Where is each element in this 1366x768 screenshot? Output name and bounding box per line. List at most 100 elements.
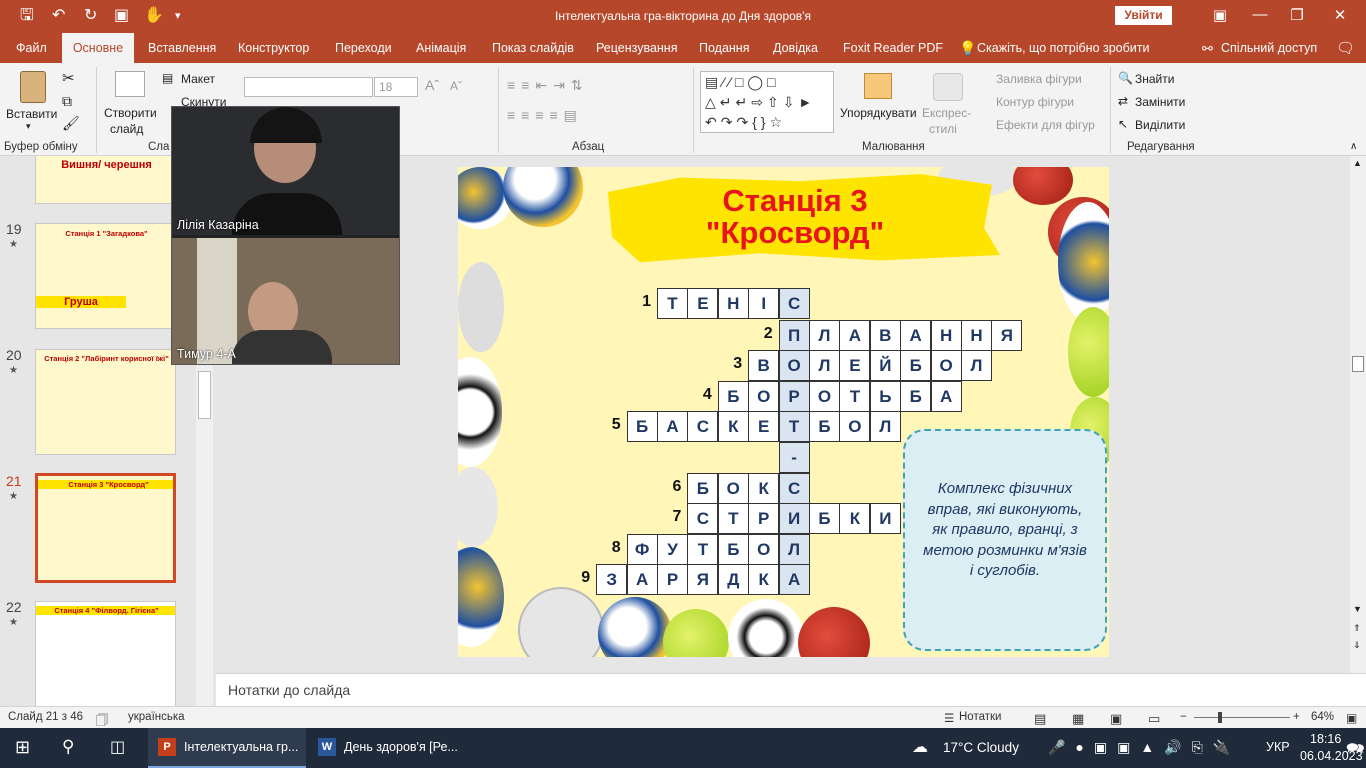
- slide-sorter-icon[interactable]: ▦: [1072, 711, 1084, 727]
- crossword-cell: Б: [717, 534, 749, 565]
- crossword-cell: Е: [839, 350, 871, 381]
- tab-transitions[interactable]: Переходи: [333, 33, 394, 63]
- collapse-ribbon-icon[interactable]: ∧: [1350, 141, 1357, 152]
- maximize-button[interactable]: ❐: [1287, 6, 1307, 24]
- tray-icons[interactable]: 🎤●▣▣▲🔊⎘🔌: [1048, 739, 1240, 756]
- font-name-box[interactable]: [244, 77, 373, 97]
- tell-me-search[interactable]: Скажіть, що потрібно зробити: [975, 33, 1152, 63]
- crossword-cell: С: [778, 288, 810, 319]
- shrink-font-icon[interactable]: Aˇ: [450, 79, 462, 93]
- task-view-icon[interactable]: ◫: [110, 737, 125, 757]
- font-size-box[interactable]: 18: [374, 77, 418, 97]
- clock-time[interactable]: 18:16: [1310, 732, 1341, 746]
- video-call-overlay[interactable]: Лілія Казаріна Тимур 4-А: [171, 106, 400, 365]
- tab-file[interactable]: Файл: [14, 33, 49, 63]
- slide-scrollbar[interactable]: ▲ ▼ ⇑ ⇓: [1350, 156, 1366, 673]
- shape-effects-button[interactable]: Ефекти для фігур: [996, 118, 1095, 132]
- ribbon-display-icon[interactable]: ▣: [1210, 6, 1230, 24]
- paste-dropdown-icon[interactable]: ▾: [26, 121, 31, 132]
- crossword-cell: Н: [961, 320, 992, 351]
- crossword-cell: І: [748, 288, 780, 319]
- grow-font-icon[interactable]: Aˆ: [425, 77, 439, 93]
- taskbar-app-powerpoint[interactable]: P Інтелектуальна гр...: [148, 728, 306, 768]
- zoom-slider[interactable]: [1194, 717, 1290, 718]
- slide-thumbnail-selected[interactable]: Станція 3 "Кросворд": [35, 473, 176, 583]
- zoom-slider-thumb[interactable]: [1218, 712, 1222, 723]
- replace-button[interactable]: Замінити: [1135, 95, 1185, 109]
- slide-thumbnail[interactable]: Станція 2 "Лабіринт корисної їжі": [35, 349, 176, 455]
- windows-start-icon[interactable]: ⊞: [15, 737, 30, 758]
- crossword-cell: К: [748, 473, 780, 504]
- tab-slide-show[interactable]: Показ слайдів: [490, 33, 576, 63]
- clue-box[interactable]: Комплекс фізичних вправ, які виконують, …: [903, 429, 1107, 651]
- crossword-cell: А: [657, 411, 688, 442]
- notes-pane[interactable]: Нотатки до слайда: [216, 673, 1366, 706]
- input-language[interactable]: УКР: [1266, 740, 1290, 754]
- language-indicator[interactable]: українська: [128, 711, 185, 723]
- share-button[interactable]: Спільний доступ: [1219, 33, 1319, 63]
- tab-review[interactable]: Рецензування: [594, 33, 679, 63]
- crossword-cell: Р: [657, 564, 688, 595]
- select-button[interactable]: Виділити: [1135, 118, 1185, 132]
- shape-fill-button[interactable]: Заливка фігури: [996, 72, 1082, 86]
- find-button[interactable]: Знайти: [1135, 72, 1174, 86]
- normal-view-icon[interactable]: ▤: [1034, 711, 1046, 727]
- slide-title[interactable]: Станція 3 "Кросворд": [620, 185, 970, 249]
- slide-thumbnail[interactable]: Станція 1 "Загадкова" Груша: [35, 223, 176, 329]
- fit-slide-icon[interactable]: ▣: [1346, 711, 1357, 725]
- crossword-cell: Т: [657, 288, 688, 319]
- crossword-cell: С: [687, 411, 719, 442]
- format-painter-icon[interactable]: 🖌: [62, 115, 80, 132]
- cut-icon[interactable]: ✂: [62, 69, 75, 87]
- share-icon: ⚯: [1202, 41, 1213, 56]
- replace-icon: ⇄: [1118, 94, 1129, 108]
- participant-name-1: Лілія Казаріна: [177, 218, 259, 232]
- taskbar: ⊞ ⚲ ◫ P Інтелектуальна гр... W День здор…: [0, 728, 1366, 768]
- zoom-out-icon[interactable]: −: [1180, 711, 1187, 723]
- weather-widget[interactable]: 17°C Cloudy: [943, 740, 1019, 755]
- crossword-cell: Р: [778, 381, 810, 412]
- minimize-button[interactable]: —: [1250, 6, 1270, 23]
- align-icons[interactable]: ≡≡≡≡▤: [507, 107, 583, 124]
- layout-button[interactable]: Макет: [181, 72, 215, 86]
- comments-icon[interactable]: 🗨: [1334, 33, 1357, 63]
- tab-animations[interactable]: Анімація: [414, 33, 468, 63]
- zoom-level[interactable]: 64%: [1311, 711, 1334, 723]
- reading-view-icon[interactable]: ▣: [1110, 711, 1122, 727]
- zoom-in-icon[interactable]: +: [1293, 711, 1300, 723]
- layout-icon: ▤: [162, 71, 174, 85]
- crossword-cell: Р: [748, 503, 780, 534]
- slide-thumbnail[interactable]: Станція 4 "Філворд. Гігієна": [35, 601, 176, 706]
- slideshow-icon[interactable]: ▭: [1148, 711, 1160, 727]
- crossword-cell: Б: [687, 473, 719, 504]
- notes-toggle-button[interactable]: Нотатки: [959, 711, 1001, 723]
- shapes-gallery[interactable]: ▤∕∕□◯□ △↵↵⇨⇧⇩► ↶↷↷{}☆: [700, 71, 834, 133]
- quick-styles-button[interactable]: Експрес-: [922, 106, 971, 120]
- paste-button[interactable]: Вставити: [6, 107, 57, 121]
- shape-outline-button[interactable]: Контур фігури: [996, 95, 1074, 109]
- tab-design[interactable]: Конструктор: [236, 33, 311, 63]
- notifications-icon[interactable]: 🗪: [1346, 738, 1365, 763]
- close-button[interactable]: ✕: [1330, 6, 1350, 24]
- list-icons[interactable]: ≡≡⇤⇥⇅: [507, 77, 589, 94]
- quick-styles-icon[interactable]: [933, 73, 963, 101]
- paste-icon[interactable]: [20, 71, 46, 103]
- new-slide-label: слайд: [110, 122, 144, 136]
- crossword-cell: В: [748, 350, 780, 381]
- tab-view[interactable]: Подання: [697, 33, 751, 63]
- copy-icon[interactable]: ⧉: [62, 93, 72, 110]
- search-icon[interactable]: ⚲: [62, 737, 74, 757]
- new-slide-icon[interactable]: [115, 71, 145, 97]
- tab-home[interactable]: Основне: [62, 33, 134, 63]
- sign-in-button[interactable]: Увійти: [1115, 6, 1172, 25]
- crossword-cell: А: [839, 320, 871, 351]
- arrange-button[interactable]: Упорядкувати: [840, 106, 917, 120]
- tab-insert[interactable]: Вставлення: [146, 33, 218, 63]
- tab-foxit[interactable]: Foxit Reader PDF: [841, 33, 945, 63]
- taskbar-app-word[interactable]: W День здоров'я [Ре...: [308, 728, 466, 768]
- slide-thumbnail[interactable]: Вишня/ черешня: [35, 156, 176, 204]
- new-slide-button[interactable]: Створити: [104, 106, 157, 120]
- tab-help[interactable]: Довідка: [771, 33, 820, 63]
- find-icon: 🔍: [1118, 71, 1133, 85]
- arrange-icon[interactable]: [864, 73, 892, 99]
